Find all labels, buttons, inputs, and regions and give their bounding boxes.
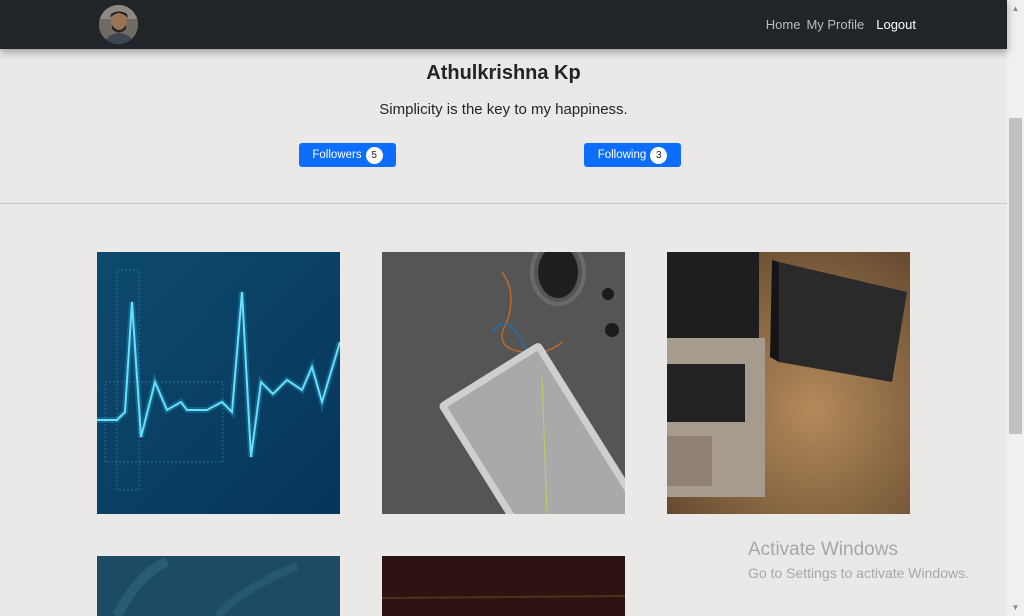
dark-wood-image bbox=[382, 556, 625, 616]
profile-bio: Simplicity is the key to my happiness. bbox=[379, 101, 628, 118]
watermark-title: Activate Windows bbox=[748, 539, 898, 560]
post-image-wood[interactable] bbox=[382, 556, 625, 616]
scroll-down-icon[interactable]: ▼ bbox=[1010, 602, 1021, 613]
post-image-heartbeat[interactable] bbox=[97, 252, 340, 514]
post-image-plant[interactable] bbox=[97, 556, 340, 616]
heartbeat-ekg-image bbox=[97, 252, 340, 514]
laptop-desk-image bbox=[667, 252, 910, 514]
following-count-badge: 3 bbox=[650, 146, 668, 164]
profile-name: Athulkrishna Kp bbox=[426, 62, 581, 84]
nav-links: Home My Profile Logout bbox=[760, 17, 916, 32]
followers-count-badge: 5 bbox=[365, 146, 383, 164]
post-image-laptop[interactable] bbox=[667, 252, 910, 514]
windows-activation-watermark: Activate Windows Go to Settings to activ… bbox=[748, 539, 969, 581]
top-navbar: Home My Profile Logout bbox=[0, 0, 1007, 49]
scrollbar-thumb[interactable] bbox=[1009, 118, 1022, 434]
following-button[interactable]: Following 3 bbox=[584, 143, 681, 167]
following-label: Following bbox=[597, 149, 647, 161]
followers-button[interactable]: Followers 5 bbox=[299, 143, 396, 167]
scroll-up-icon[interactable]: ▲ bbox=[1010, 3, 1021, 14]
post-image-keyboard[interactable] bbox=[382, 252, 625, 514]
avatar[interactable] bbox=[99, 5, 138, 44]
keyboard-desk-image bbox=[382, 252, 625, 514]
nav-logout-link[interactable]: Logout bbox=[876, 17, 916, 32]
watermark-subtitle: Go to Settings to activate Windows. bbox=[748, 565, 969, 581]
nav-home-link[interactable]: Home bbox=[766, 17, 801, 32]
nav-my-profile-link[interactable]: My Profile bbox=[806, 17, 864, 32]
divider bbox=[0, 203, 1007, 204]
followers-label: Followers bbox=[312, 149, 362, 161]
plant-leaves-image bbox=[97, 556, 340, 616]
